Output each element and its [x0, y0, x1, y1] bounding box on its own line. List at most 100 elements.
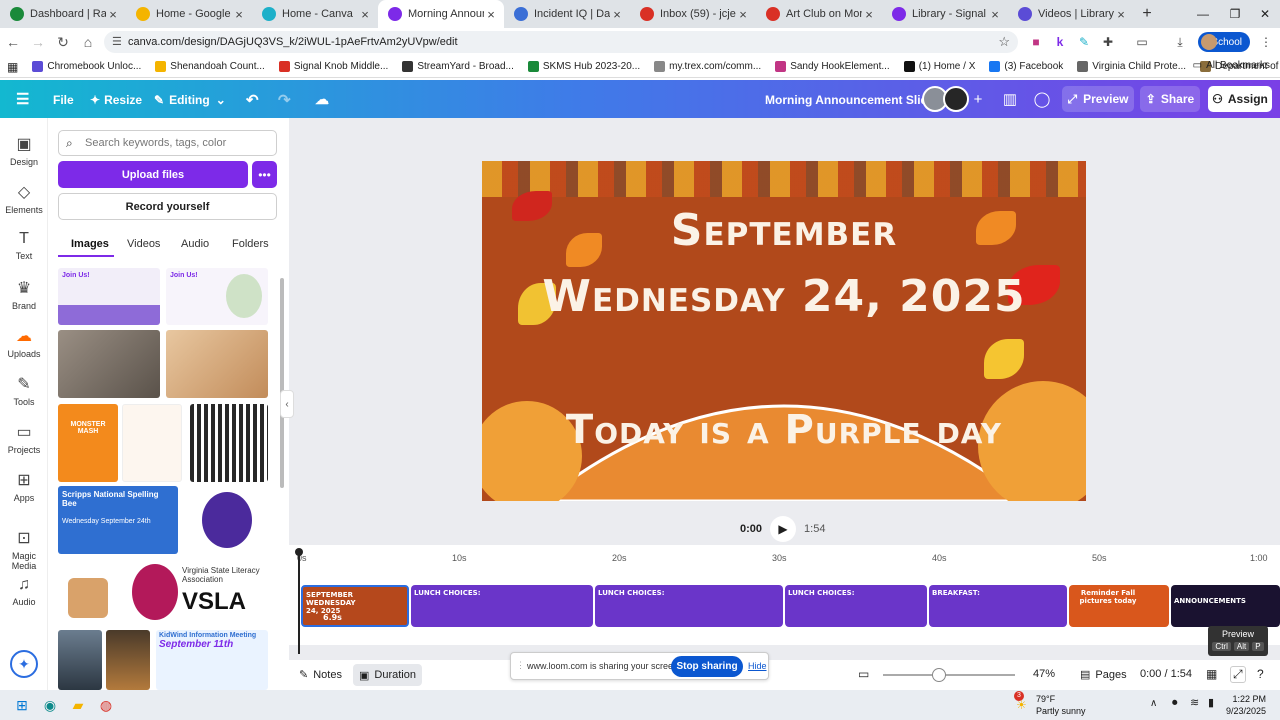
- bookmark-item[interactable]: my.trex.com/comm...: [647, 61, 768, 72]
- undo-icon[interactable]: ↶: [246, 91, 259, 109]
- notes-button[interactable]: ✎ Notes: [299, 668, 342, 682]
- rail-uploads[interactable]: ☁ Uploads: [0, 326, 48, 359]
- image-thumbnail[interactable]: [182, 486, 268, 554]
- browser-menu-icon[interactable]: ⋮: [1256, 32, 1276, 52]
- tab-folders[interactable]: Folders: [232, 238, 269, 250]
- back-icon[interactable]: ←: [1, 30, 25, 54]
- download-icon[interactable]: ⤓: [1170, 32, 1190, 52]
- tab-search-icon[interactable]: ▭: [1132, 32, 1152, 52]
- play-icon[interactable]: ▶: [770, 516, 797, 542]
- zoom-level[interactable]: 47%: [1033, 668, 1055, 680]
- close-icon[interactable]: ×: [358, 7, 372, 22]
- record-yourself-button[interactable]: Record yourself: [58, 193, 277, 220]
- extensions-puzzle-icon[interactable]: ✚: [1098, 32, 1118, 52]
- image-thumbnail[interactable]: Join Us!: [58, 268, 160, 325]
- panel-scrollbar[interactable]: [280, 278, 284, 488]
- timeline-clip[interactable]: BREAKFAST:: [929, 585, 1067, 627]
- upload-files-button[interactable]: Upload files: [58, 161, 248, 188]
- chrome-icon[interactable]: ◍: [92, 691, 120, 719]
- pages-button[interactable]: ▤ Pages: [1080, 668, 1127, 682]
- wifi-icon[interactable]: ≋: [1190, 696, 1199, 709]
- bookmark-item[interactable]: (1) Home / X: [897, 61, 983, 72]
- profile-button[interactable]: School: [1198, 32, 1250, 52]
- system-clock[interactable]: 1:22 PM 9/23/2025: [1226, 693, 1266, 717]
- timeline-clip[interactable]: Reminder Fall pictures today: [1069, 585, 1169, 627]
- bookmark-item[interactable]: SKMS Hub 2023-20...: [521, 61, 647, 72]
- search-input[interactable]: ⌕ Search keywords, tags, color: [58, 130, 277, 156]
- home-icon[interactable]: ⌂: [76, 30, 100, 54]
- assign-button[interactable]: ⚇ Assign: [1208, 86, 1272, 112]
- microphone-icon[interactable]: ⏺: [1172, 697, 1178, 710]
- all-bookmarks[interactable]: ▭ All Bookmarks: [1193, 60, 1270, 71]
- rail-audio[interactable]: ♫ Audio: [0, 576, 48, 607]
- share-button[interactable]: ⇪ Share: [1140, 86, 1200, 112]
- close-icon[interactable]: ×: [1114, 7, 1128, 22]
- bookmark-item[interactable]: (3) Facebook: [982, 61, 1070, 72]
- timeline-clip[interactable]: LUNCH CHOICES:: [595, 585, 783, 627]
- close-icon[interactable]: ×: [988, 7, 1002, 22]
- menu-icon[interactable]: ☰: [16, 90, 29, 108]
- slide-date-text[interactable]: Wednesday 24, 2025: [482, 271, 1086, 322]
- tab-dashboard[interactable]: Dashboard | Rapidlde×: [0, 0, 126, 28]
- more-options-icon[interactable]: •••: [252, 161, 277, 188]
- timeline-clip[interactable]: SEPTEMBER WEDNESDAY 24, 2025 6.9s: [301, 585, 409, 627]
- duration-button[interactable]: ▣ Duration: [353, 664, 422, 686]
- bookmark-star-icon[interactable]: ☆: [998, 34, 1010, 50]
- present-icon[interactable]: ▭: [858, 667, 869, 681]
- tab-images[interactable]: Images: [71, 238, 109, 250]
- kami-extension-icon[interactable]: k: [1050, 32, 1070, 52]
- bookmark-item[interactable]: Signal Knob Middle...: [272, 61, 396, 72]
- rail-text[interactable]: T Text: [0, 230, 48, 261]
- zoom-slider-thumb[interactable]: [932, 668, 946, 682]
- apps-grid-icon[interactable]: ▦: [0, 60, 25, 74]
- editing-mode-dropdown[interactable]: ✎ Editing ⌄: [154, 93, 226, 107]
- image-thumbnail[interactable]: [58, 330, 160, 398]
- tab-art-club[interactable]: Art Club on Morning×: [756, 0, 882, 28]
- image-thumbnail[interactable]: [106, 630, 150, 690]
- close-icon[interactable]: ×: [610, 7, 624, 22]
- qr-code-thumbnail[interactable]: [190, 404, 268, 482]
- close-icon[interactable]: ×: [106, 7, 120, 22]
- image-thumbnail[interactable]: [58, 558, 118, 626]
- rail-brand[interactable]: ♛ Brand: [0, 278, 48, 311]
- tab-audio[interactable]: Audio: [181, 238, 209, 250]
- bookmark-item[interactable]: Virginia Child Prote...: [1070, 61, 1193, 72]
- image-thumbnail[interactable]: [122, 404, 182, 482]
- tab-videos[interactable]: Videos: [127, 238, 160, 250]
- stop-sharing-button[interactable]: Stop sharing: [671, 656, 743, 677]
- file-menu[interactable]: File: [53, 93, 74, 107]
- tab-videos-library[interactable]: Videos | Library | ×: [1008, 0, 1134, 28]
- cloud-saved-icon[interactable]: ☁: [315, 91, 329, 108]
- bookmark-item[interactable]: Sandy HookElement...: [768, 61, 897, 72]
- url-input[interactable]: ☰ canva.com/design/DAGjUQ3VS_k/2iWUL-1pA…: [104, 31, 1018, 53]
- rail-projects[interactable]: ▭ Projects: [0, 422, 48, 455]
- resize-button[interactable]: ✦ Resize: [90, 93, 142, 107]
- fullscreen-icon[interactable]: ⤢: [1230, 666, 1246, 683]
- collapse-panel-icon[interactable]: ‹: [280, 390, 294, 418]
- site-info-icon[interactable]: ☰: [112, 35, 122, 48]
- analytics-icon[interactable]: ▥: [998, 88, 1022, 110]
- add-collaborator-icon[interactable]: +: [966, 88, 990, 110]
- minimize-icon[interactable]: —: [1186, 0, 1220, 28]
- battery-icon[interactable]: ▮: [1208, 696, 1214, 709]
- document-title[interactable]: Morning Announcement Slides: [765, 93, 941, 107]
- magic-assistant-icon[interactable]: ✦: [10, 650, 38, 678]
- tray-chevron-icon[interactable]: ∧: [1150, 698, 1157, 709]
- forward-icon[interactable]: →: [26, 30, 50, 54]
- timeline-clip[interactable]: LUNCH CHOICES:: [785, 585, 927, 627]
- bookmark-item[interactable]: StreamYard - Broad...: [395, 61, 521, 72]
- tab-library[interactable]: Library - Signal Knob×: [882, 0, 1008, 28]
- zoom-slider[interactable]: [883, 668, 1015, 682]
- edge-icon[interactable]: ◉: [36, 691, 64, 719]
- help-icon[interactable]: ?: [1257, 667, 1264, 681]
- bookmark-item[interactable]: Shenandoah Count...: [148, 61, 272, 72]
- close-icon[interactable]: ×: [862, 7, 876, 22]
- hide-link[interactable]: Hide: [748, 661, 767, 671]
- rail-design[interactable]: ▣ Design: [0, 134, 48, 167]
- timeline[interactable]: 0s 10s 20s 30s 40s 50s 1:00 SEPTEMBER WE…: [289, 545, 1280, 654]
- rail-magic-media[interactable]: ⊡ Magic Media: [0, 528, 48, 571]
- comment-icon[interactable]: ◯: [1030, 88, 1054, 110]
- tab-canva-home[interactable]: Home - Canva ×: [252, 0, 378, 28]
- grid-view-icon[interactable]: ▦: [1206, 667, 1217, 681]
- rail-elements[interactable]: ◇ Elements: [0, 182, 48, 215]
